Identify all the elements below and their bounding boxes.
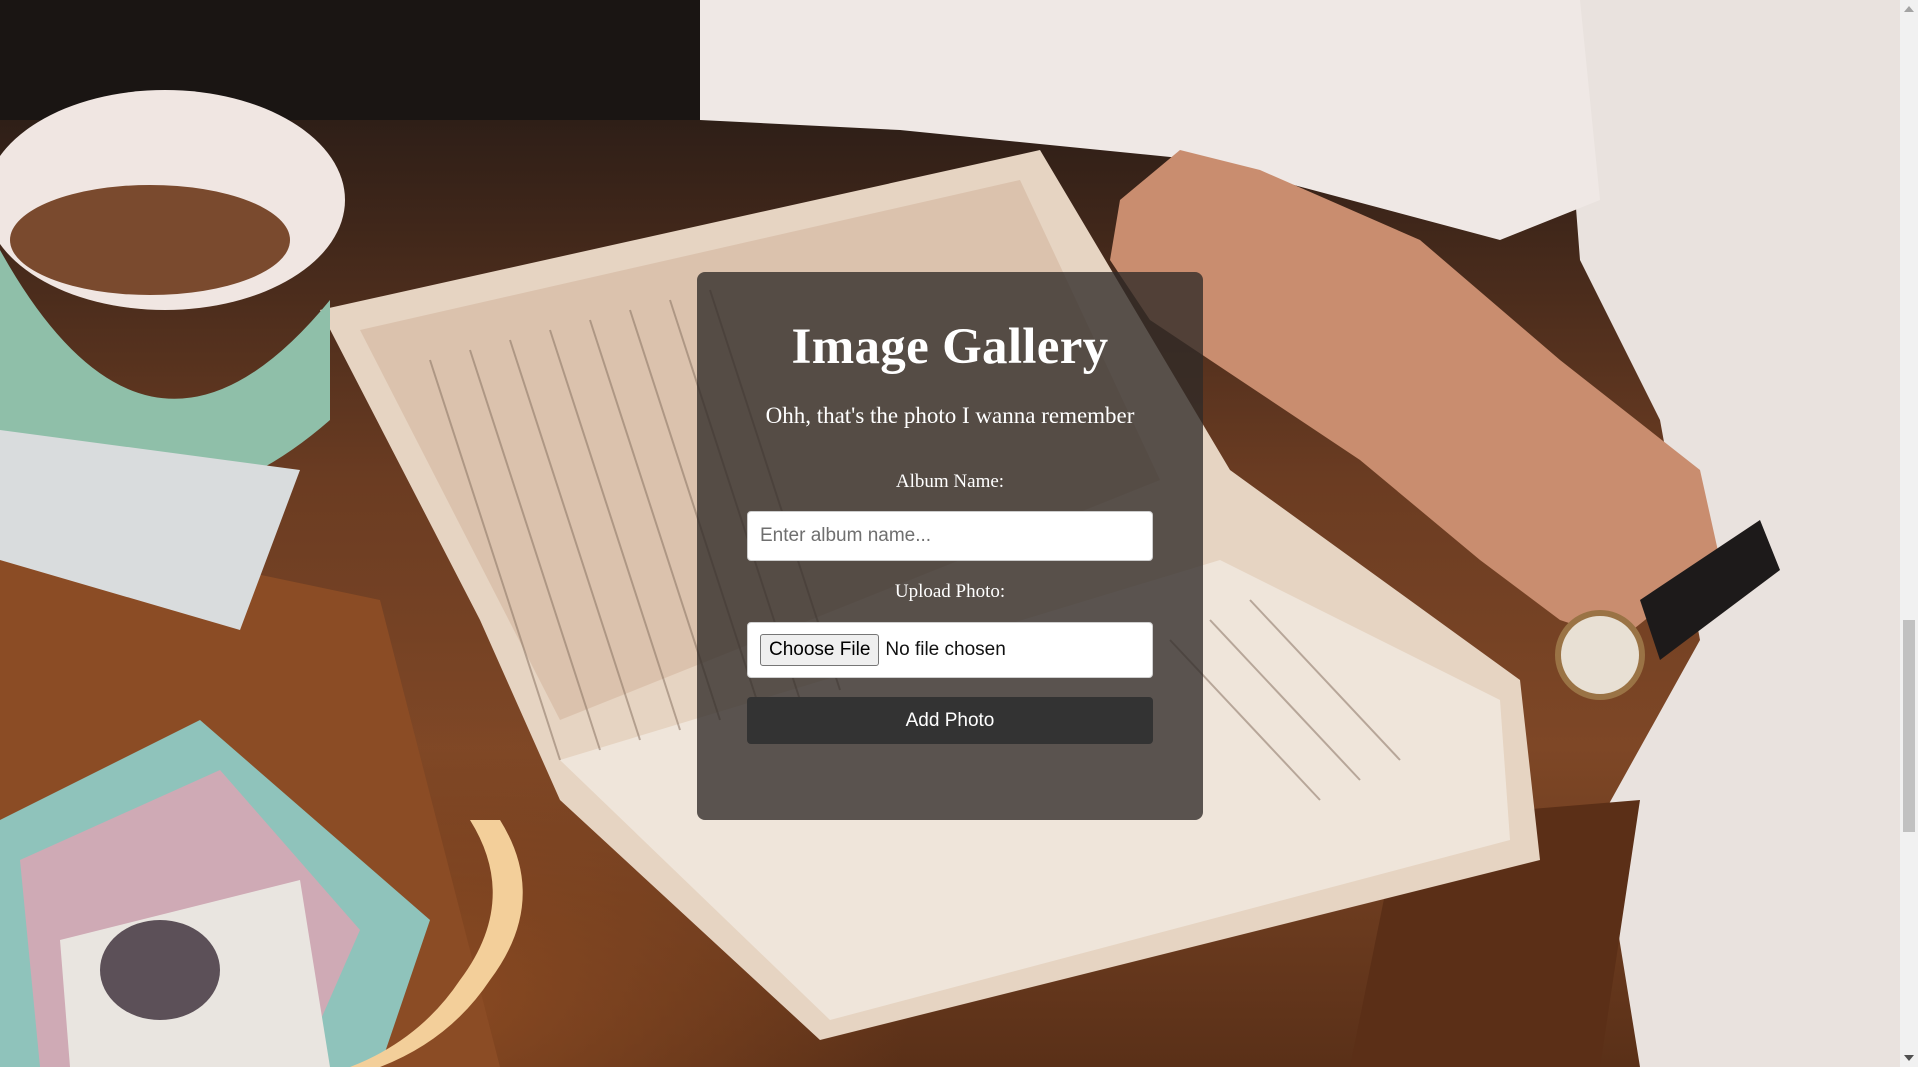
scroll-up-icon[interactable] (1904, 6, 1914, 12)
album-name-input[interactable] (747, 511, 1153, 561)
add-photo-button[interactable]: Add Photo (747, 697, 1153, 744)
page-title: Image Gallery (791, 319, 1109, 375)
gallery-panel: Image Gallery Ohh, that's the photo I wa… (697, 272, 1203, 820)
vertical-scrollbar[interactable] (1900, 0, 1918, 1067)
scroll-thumb[interactable] (1903, 620, 1915, 832)
choose-file-button[interactable]: Choose File (760, 634, 880, 666)
file-status-text: No file chosen (885, 639, 1006, 660)
scroll-down-icon[interactable] (1904, 1055, 1914, 1061)
album-name-label: Album Name: (895, 471, 1005, 492)
upload-photo-label: Upload Photo: (894, 581, 1006, 602)
page-subtitle: Ohh, that's the photo I wanna remember (765, 403, 1135, 428)
file-input[interactable]: Choose File No file chosen (747, 622, 1153, 678)
